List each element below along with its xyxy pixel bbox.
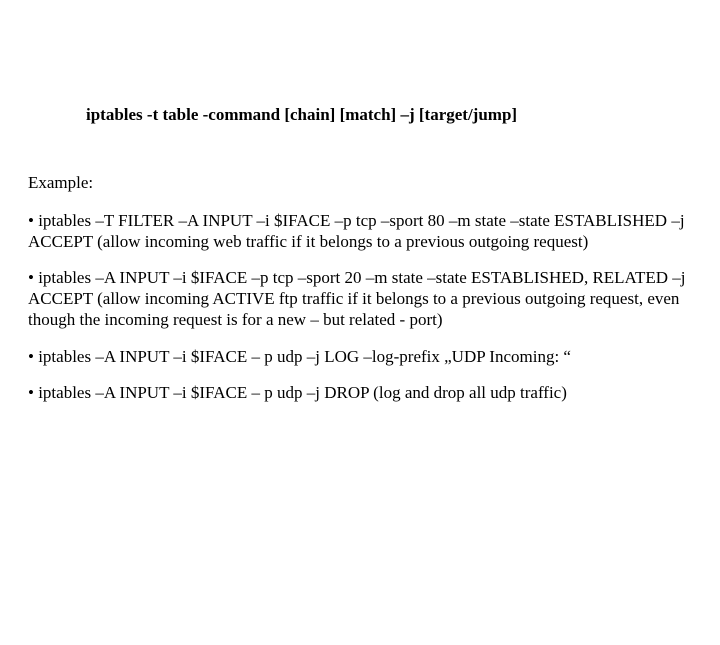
document-page: iptables -t table -command [chain] [matc… xyxy=(0,105,720,404)
example-bullet: • iptables –T FILTER –A INPUT –i $IFACE … xyxy=(28,211,692,252)
example-bullet: • iptables –A INPUT –i $IFACE –p tcp –sp… xyxy=(28,268,692,330)
example-heading: Example: xyxy=(28,173,692,193)
example-bullet: • iptables –A INPUT –i $IFACE – p udp –j… xyxy=(28,347,692,368)
command-syntax: iptables -t table -command [chain] [matc… xyxy=(86,105,692,125)
example-bullet: • iptables –A INPUT –i $IFACE – p udp –j… xyxy=(28,383,692,404)
